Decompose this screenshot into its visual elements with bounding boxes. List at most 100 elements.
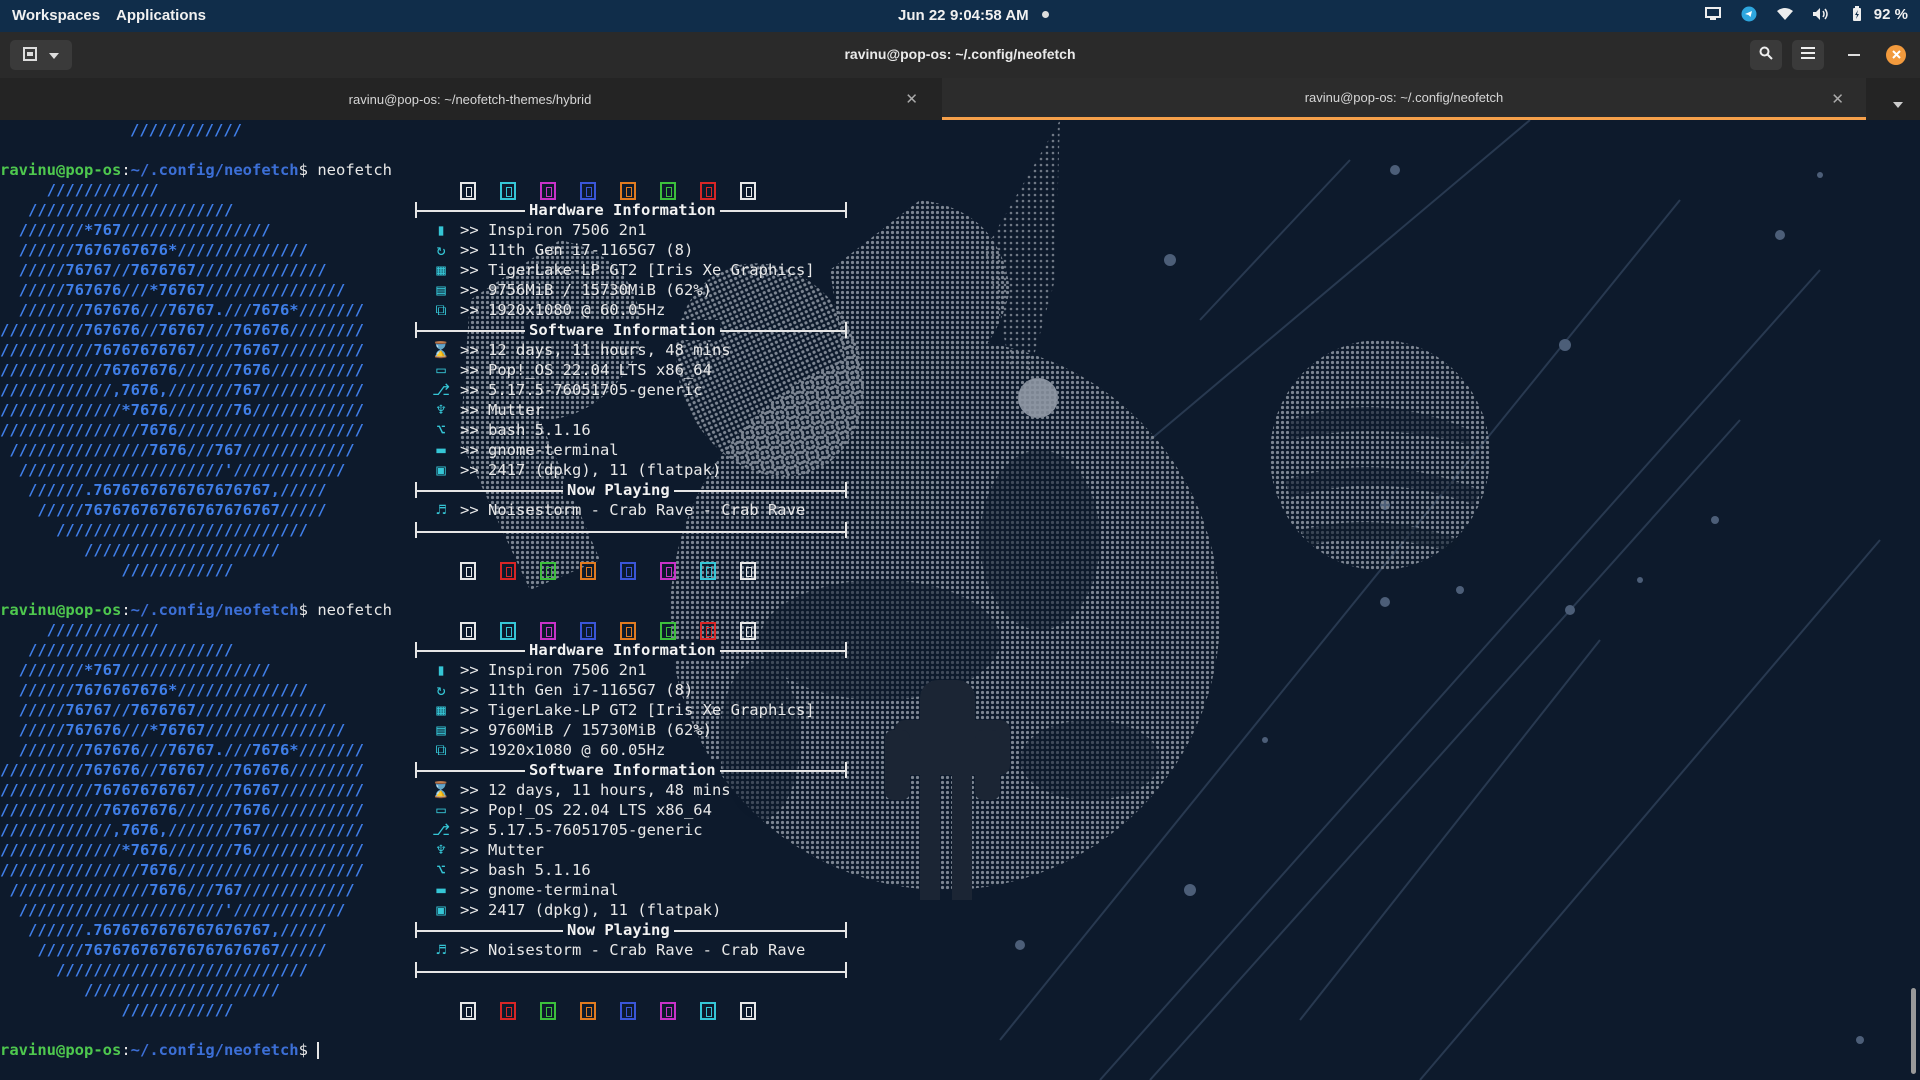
tab-neofetch[interactable]: ravinu@pop-os: ~/.config/neofetch ✕ (942, 78, 1866, 120)
info-text: >> Pop!_OS 22.04 LTS x86_64 (460, 801, 712, 819)
info-row: ↻ >> 11th Gen i7-1165G7 (8) (430, 240, 693, 260)
info-row: ▦ >> TigerLake-LP GT2 [Iris Xe Graphics] (430, 260, 814, 280)
info-text: >> 5.17.5-76051705-generic (460, 381, 703, 399)
prompt-path: ~/.config/neofetch (130, 1041, 299, 1059)
close-button[interactable] (1886, 45, 1906, 65)
color-block (540, 562, 556, 580)
color-block (500, 182, 516, 200)
wifi-icon[interactable] (1776, 5, 1794, 23)
logo-line: //////////76767676767////76767///////// (0, 341, 364, 359)
telegram-icon[interactable] (1740, 5, 1758, 23)
info-text: >> Noisestorm - Crab Rave - Crab Rave (460, 501, 806, 519)
prompt-separator: : (121, 161, 131, 179)
minimize-button[interactable] (1848, 54, 1860, 56)
search-icon (1759, 46, 1773, 65)
info-row: ⌥ >> bash 5.1.16 (430, 420, 591, 440)
info-row: ⌛ >> 12 days, 11 hours, 48 mins (430, 780, 730, 800)
packages-icon: ▣ (436, 901, 446, 919)
logo-line: ////////////////////// (0, 641, 234, 659)
color-block (460, 1002, 476, 1020)
wm-icon: ♆ (436, 401, 446, 419)
info-row: ♆ >> Mutter (430, 840, 544, 860)
info-row: ▭ >> Pop!_OS 22.04 LTS x86_64 (430, 800, 712, 820)
color-block (500, 622, 516, 640)
color-block (620, 1002, 636, 1020)
color-block (740, 1002, 756, 1020)
logo-line: /////767676767676767676767///// (0, 941, 327, 959)
logo-line: ///////////////7676///767//////////// (0, 441, 355, 459)
gpu-icon: ▦ (436, 261, 446, 279)
screen-share-icon[interactable] (1704, 5, 1722, 23)
color-block (500, 1002, 516, 1020)
menu-button[interactable] (1792, 40, 1824, 70)
logo-line: ///////////////7676//////////////////// (0, 861, 364, 879)
rule-cap (845, 522, 847, 538)
logo-line: ///////////////////// (0, 541, 280, 559)
tab-label: ravinu@pop-os: ~/.config/neofetch (1304, 90, 1504, 105)
tabs-menu-button[interactable] (1893, 95, 1903, 113)
battery-percent[interactable]: 92 % (1874, 6, 1908, 23)
software-section-header: Software Information (415, 760, 847, 780)
applications-button[interactable]: Applications (116, 7, 206, 24)
info-text: >> Inspiron 7506 2n1 (460, 661, 647, 679)
color-palette-bottom (460, 562, 756, 584)
shell-icon: ⌥ (436, 421, 446, 439)
kernel-icon: ⎇ (432, 821, 450, 839)
terminal-scrollbar[interactable] (1906, 120, 1920, 1080)
info-row: ▬ >> gnome-terminal (430, 440, 619, 460)
color-block (460, 622, 476, 640)
logo-line: //////////// (0, 561, 234, 579)
section-title: Software Information (525, 320, 720, 340)
logo-line: ///////////////7676///767//////////// (0, 881, 355, 899)
clock-date[interactable]: Jun 22 (898, 7, 946, 24)
info-row: ▣ >> 2417 (dpkg), 11 (flatpak) (430, 460, 721, 480)
hamburger-icon (1801, 46, 1815, 64)
color-palette-bottom (460, 1002, 756, 1024)
memory-icon: ▤ (436, 281, 446, 299)
terminal-view[interactable]: ////////////ravinu@pop-os:~/.config/neof… (0, 120, 1906, 1080)
section-bottom-rule (415, 962, 847, 982)
logo-line: ///////*767//////////////// (0, 661, 271, 679)
color-block (580, 562, 596, 580)
cpu-icon: ↻ (436, 681, 446, 699)
logo-line: ////////////,7676,///////767/////////// (0, 821, 364, 839)
volume-icon[interactable] (1812, 5, 1830, 23)
workspaces-button[interactable]: Workspaces (12, 7, 100, 24)
info-row: ♆ >> Mutter (430, 400, 544, 420)
system-tray: 92 % (1704, 5, 1908, 23)
tab-close-icon[interactable]: ✕ (1831, 90, 1844, 108)
section-title: Software Information (525, 760, 720, 780)
prompt-user: ravinu@pop-os (0, 601, 122, 619)
info-text: >> gnome-terminal (460, 441, 619, 459)
scrollbar-thumb[interactable] (1911, 988, 1916, 1074)
battery-icon[interactable] (1848, 5, 1866, 23)
info-text: >> bash 5.1.16 (460, 421, 591, 439)
logo-line: /////767676767676767676767///// (0, 501, 327, 519)
close-icon (1891, 46, 1901, 64)
command-text: neofetch (317, 601, 392, 619)
color-block (620, 622, 636, 640)
info-row: ▮ >> Inspiron 7506 2n1 (430, 660, 647, 680)
color-block (660, 182, 676, 200)
color-block (620, 562, 636, 580)
search-button[interactable] (1750, 40, 1782, 70)
section-title: Now Playing (563, 480, 674, 500)
section-title: Hardware Information (525, 200, 720, 220)
tab-close-icon[interactable]: ✕ (905, 90, 918, 108)
terminal-icon: ▬ (436, 881, 446, 899)
prompt-line: ravinu@pop-os:~/.config/neofetch$ neofet… (0, 600, 392, 620)
info-row: ▣ >> 2417 (dpkg), 11 (flatpak) (430, 900, 721, 920)
tab-label: ravinu@pop-os: ~/neofetch-themes/hybrid (348, 91, 592, 107)
logo-line: //////7676767676*////////////// (0, 681, 308, 699)
color-block (660, 562, 676, 580)
prompt-line: ravinu@pop-os:~/.config/neofetch$ neofet… (0, 160, 392, 180)
wm-icon: ♆ (436, 841, 446, 859)
tab-hybrid[interactable]: ravinu@pop-os: ~/neofetch-themes/hybrid … (0, 78, 940, 120)
clock-time[interactable]: 9:04:58 AM (950, 7, 1029, 24)
terminal-headerbar: ravinu@pop-os: ~/.config/neofetch (0, 32, 1920, 79)
rule-cap (415, 522, 417, 538)
logo-line: ////////////////////// (0, 201, 234, 219)
info-row: ⎇ >> 5.17.5-76051705-generic (430, 820, 703, 840)
prompt-user: ravinu@pop-os (0, 1041, 122, 1059)
logo-line: /////767676///*76767/////////////// (0, 721, 346, 739)
